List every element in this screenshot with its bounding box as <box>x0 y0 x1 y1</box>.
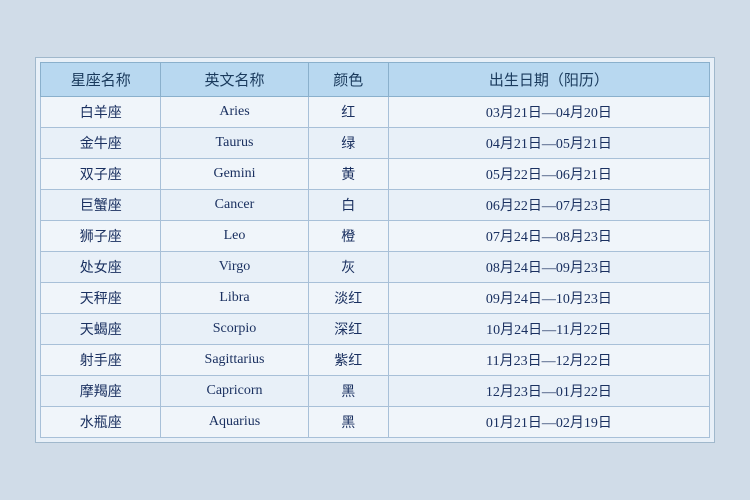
header-chinese: 星座名称 <box>41 63 161 97</box>
table-header-row: 星座名称 英文名称 颜色 出生日期（阳历） <box>41 63 710 97</box>
zodiac-table-container: 星座名称 英文名称 颜色 出生日期（阳历） 白羊座Aries红03月21日—04… <box>35 57 715 443</box>
header-date: 出生日期（阳历） <box>388 63 709 97</box>
cell-chinese: 水瓶座 <box>41 407 161 438</box>
cell-date: 11月23日—12月22日 <box>388 345 709 376</box>
cell-english: Gemini <box>161 159 308 190</box>
cell-date: 03月21日—04月20日 <box>388 97 709 128</box>
cell-english: Virgo <box>161 252 308 283</box>
cell-chinese: 巨蟹座 <box>41 190 161 221</box>
table-row: 双子座Gemini黄05月22日—06月21日 <box>41 159 710 190</box>
table-row: 射手座Sagittarius紫红11月23日—12月22日 <box>41 345 710 376</box>
cell-color: 紫红 <box>308 345 388 376</box>
cell-date: 01月21日—02月19日 <box>388 407 709 438</box>
cell-chinese: 双子座 <box>41 159 161 190</box>
cell-english: Taurus <box>161 128 308 159</box>
cell-chinese: 金牛座 <box>41 128 161 159</box>
cell-color: 淡红 <box>308 283 388 314</box>
cell-english: Aquarius <box>161 407 308 438</box>
cell-date: 08月24日—09月23日 <box>388 252 709 283</box>
cell-color: 橙 <box>308 221 388 252</box>
zodiac-table: 星座名称 英文名称 颜色 出生日期（阳历） 白羊座Aries红03月21日—04… <box>40 62 710 438</box>
cell-chinese: 摩羯座 <box>41 376 161 407</box>
table-row: 水瓶座Aquarius黑01月21日—02月19日 <box>41 407 710 438</box>
table-row: 天蝎座Scorpio深红10月24日—11月22日 <box>41 314 710 345</box>
cell-chinese: 射手座 <box>41 345 161 376</box>
cell-date: 05月22日—06月21日 <box>388 159 709 190</box>
cell-date: 09月24日—10月23日 <box>388 283 709 314</box>
cell-english: Sagittarius <box>161 345 308 376</box>
header-color: 颜色 <box>308 63 388 97</box>
cell-date: 06月22日—07月23日 <box>388 190 709 221</box>
cell-english: Libra <box>161 283 308 314</box>
cell-english: Scorpio <box>161 314 308 345</box>
cell-english: Cancer <box>161 190 308 221</box>
cell-color: 黄 <box>308 159 388 190</box>
cell-chinese: 白羊座 <box>41 97 161 128</box>
table-row: 摩羯座Capricorn黑12月23日—01月22日 <box>41 376 710 407</box>
table-row: 金牛座Taurus绿04月21日—05月21日 <box>41 128 710 159</box>
table-row: 狮子座Leo橙07月24日—08月23日 <box>41 221 710 252</box>
cell-date: 10月24日—11月22日 <box>388 314 709 345</box>
cell-color: 白 <box>308 190 388 221</box>
table-row: 处女座Virgo灰08月24日—09月23日 <box>41 252 710 283</box>
header-english: 英文名称 <box>161 63 308 97</box>
cell-color: 灰 <box>308 252 388 283</box>
cell-date: 07月24日—08月23日 <box>388 221 709 252</box>
cell-color: 黑 <box>308 407 388 438</box>
table-row: 天秤座Libra淡红09月24日—10月23日 <box>41 283 710 314</box>
table-row: 白羊座Aries红03月21日—04月20日 <box>41 97 710 128</box>
cell-chinese: 天秤座 <box>41 283 161 314</box>
table-row: 巨蟹座Cancer白06月22日—07月23日 <box>41 190 710 221</box>
cell-english: Leo <box>161 221 308 252</box>
cell-chinese: 狮子座 <box>41 221 161 252</box>
cell-color: 黑 <box>308 376 388 407</box>
cell-color: 深红 <box>308 314 388 345</box>
cell-chinese: 处女座 <box>41 252 161 283</box>
cell-english: Capricorn <box>161 376 308 407</box>
cell-color: 红 <box>308 97 388 128</box>
cell-english: Aries <box>161 97 308 128</box>
cell-color: 绿 <box>308 128 388 159</box>
cell-chinese: 天蝎座 <box>41 314 161 345</box>
cell-date: 12月23日—01月22日 <box>388 376 709 407</box>
cell-date: 04月21日—05月21日 <box>388 128 709 159</box>
